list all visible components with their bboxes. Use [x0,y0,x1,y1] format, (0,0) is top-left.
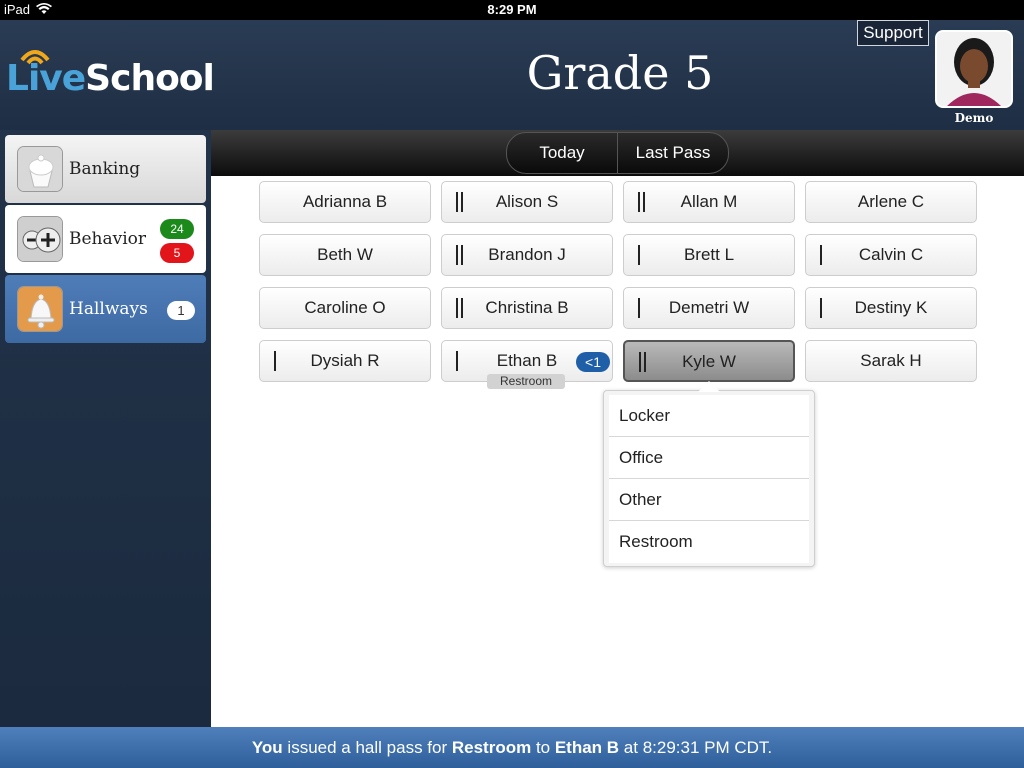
sidebar: Banking Behavior 24 5 Hallways 1 [0,130,211,727]
pass-tally-marks [456,192,463,212]
tally-mark [820,245,822,265]
sidebar-item-banking[interactable]: Banking [5,135,206,203]
sidebar-item-label: Behavior [69,229,147,249]
hallways-count-badge: 1 [167,301,195,320]
notification-pass-type: Restroom [451,738,532,757]
student-name: Kyle W [682,352,736,371]
student-name: Destiny K [854,298,928,317]
pass-tally-marks [456,245,463,265]
tally-mark [456,245,458,265]
tally-mark [461,245,463,265]
tally-mark [461,192,463,212]
student-name: Beth W [317,245,373,264]
tally-mark [456,192,458,212]
pass-tally-marks [638,245,640,265]
student-button[interactable]: Kyle W [623,340,795,382]
logo-school: School [85,58,215,99]
tally-mark [639,352,641,372]
pass-tally-marks [638,192,645,212]
student-button[interactable]: Sarak H [805,340,977,382]
tally-mark [461,298,463,318]
liveschool-logo: LiveSchool [6,46,216,106]
student-button[interactable]: Beth W [259,234,431,276]
notification-text-1: issued a hall pass for [282,738,452,757]
notification-student: Ethan B [554,738,620,757]
pass-type-popover: Locker Office Other Restroom [603,381,815,567]
student-name: Alison S [495,192,559,211]
option-other[interactable]: Other [609,479,809,521]
clock: 8:29 PM [487,2,537,17]
pass-tally-marks [456,351,458,371]
tab-today[interactable]: Today [506,132,618,174]
student-name: Arlene C [857,192,925,211]
avatar[interactable] [935,30,1013,108]
student-name: Caroline O [304,298,386,317]
student-name: Dysiah R [310,351,380,370]
option-office[interactable]: Office [609,437,809,479]
pass-tally-marks [820,245,822,265]
sidebar-item-hallways[interactable]: Hallways 1 [5,275,206,343]
logo-live: Live [6,58,86,99]
notification-text-3: at 8:29:31 PM CDT. [619,738,773,757]
tally-mark [643,192,645,212]
tally-mark [638,245,640,265]
student-button[interactable]: Allan M [623,181,795,223]
sidebar-item-label: Banking [69,159,141,179]
notification-bar: You issued a hall pass for Restroom to E… [0,727,1024,768]
pass-tally-marks [638,298,640,318]
student-button[interactable]: Destiny K [805,287,977,329]
toolbar: Today Last Pass [211,130,1024,176]
student-name: Christina B [485,298,569,317]
tally-mark [274,351,276,371]
notification-actor: You [251,738,283,757]
support-button[interactable]: Support [857,20,929,46]
tally-mark [644,352,646,372]
student-button[interactable]: Christina B [441,287,613,329]
option-restroom[interactable]: Restroom [609,521,809,563]
popover-arrow [698,381,720,392]
pass-tally-marks [274,351,276,371]
student-button[interactable]: Brett L [623,234,795,276]
elapsed-time-badge: <1 [576,352,610,372]
student-name: Calvin C [858,245,924,264]
negative-count-badge: 5 [160,243,194,263]
student-name: Allan M [680,192,738,211]
tally-mark [638,192,640,212]
student-name: Demetri W [668,298,750,317]
tally-mark [820,298,822,318]
student-button[interactable]: Adrianna B [259,181,431,223]
student-button[interactable]: Arlene C [805,181,977,223]
student-name: Brandon J [488,245,566,264]
student-name: Brett L [683,245,735,264]
pass-tally-marks [639,352,646,372]
pass-status-tag: Restroom [487,374,565,389]
pass-tally-marks [456,298,463,318]
bell-icon [17,286,63,332]
user-name: Demo [954,111,994,125]
option-locker[interactable]: Locker [609,395,809,437]
tab-last-pass[interactable]: Last Pass [617,132,729,174]
student-name: Adrianna B [302,192,388,211]
page-title: Grade 5 [526,46,714,100]
student-button[interactable]: Alison S [441,181,613,223]
student-button[interactable]: Demetri W [623,287,795,329]
app-header: LiveSchool Grade 5 Support Demo [0,20,1024,130]
pass-type-list: Locker Office Other Restroom [609,395,809,563]
student-name: Sarak H [860,351,922,370]
ios-status-bar: iPad 8:29 PM [0,0,1024,20]
pass-tally-marks [820,298,822,318]
positive-count-badge: 24 [160,219,194,239]
student-button[interactable]: Calvin C [805,234,977,276]
student-button[interactable]: Caroline O [259,287,431,329]
cupcake-icon [17,146,63,192]
tally-mark [456,298,458,318]
student-button[interactable]: Dysiah R [259,340,431,382]
sidebar-item-label: Hallways [69,299,148,319]
notification-text-2: to [531,738,555,757]
sidebar-item-behavior[interactable]: Behavior 24 5 [5,205,206,273]
student-button[interactable]: Brandon J [441,234,613,276]
tally-mark [456,351,458,371]
tally-mark [638,298,640,318]
plus-minus-icon [17,216,63,262]
